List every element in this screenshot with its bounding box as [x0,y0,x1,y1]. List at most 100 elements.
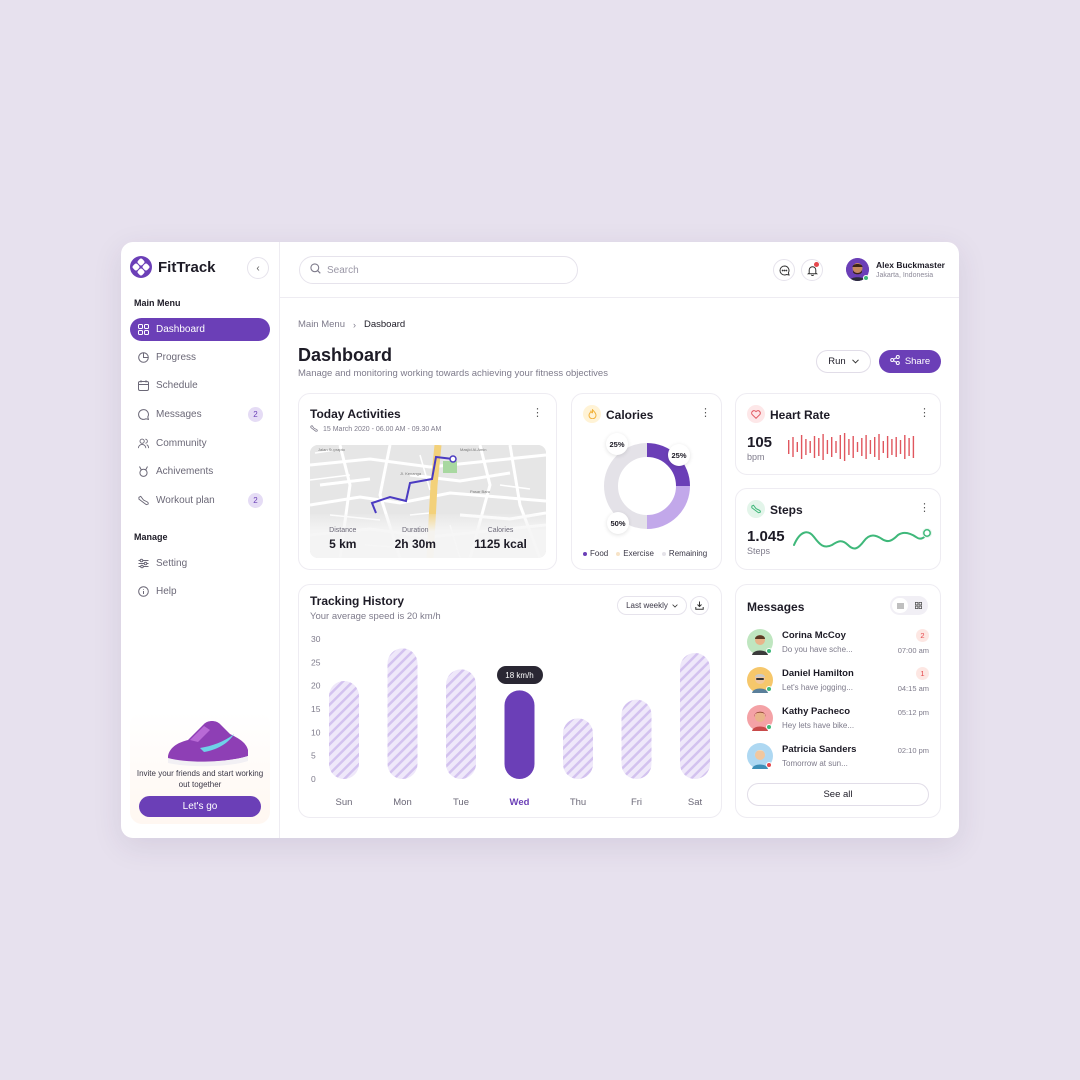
status-dot [766,648,772,654]
heart-wave-bar [912,436,915,458]
breadcrumb-current: Dasboard [364,319,406,330]
heart-icon [747,405,765,423]
y-tick-label: 25 [311,657,321,667]
sidebar-item-setting[interactable]: Setting [130,552,270,575]
message-row-kathy[interactable]: Kathy Pacheco Hey lets have bike... 05:1… [747,705,929,737]
unread-badge: 1 [916,667,929,680]
heart-wave-bar [818,438,820,456]
bar-tue[interactable] [446,669,476,779]
steps-value: 1.045 [747,528,785,545]
sidebar-item-messages[interactable]: Messages 2 [130,403,270,426]
sidebar-item-label: Progress [156,352,197,363]
tracking-history-card: Tracking History Your average speed is 2… [298,584,722,818]
message-row-patricia[interactable]: Patricia Sanders Tomorrow at sun... 02:1… [747,743,929,775]
heart-wave-bar [904,435,906,459]
remaining-percent: 50% [607,512,629,534]
medal-icon [138,466,149,477]
y-tick-label: 20 [311,681,321,691]
heart-wave-bar [869,440,872,454]
calendar-icon [138,380,149,391]
chevron-right-icon: › [353,319,356,330]
sidebar-item-progress[interactable]: Progress [130,346,270,369]
breadcrumb-root[interactable]: Main Menu [298,319,345,330]
view-toggle[interactable] [890,596,928,615]
kebab-menu-icon[interactable]: ⋮ [700,408,711,419]
unread-badge: 2 [916,629,929,642]
message-row-corina[interactable]: Corina McCoy Do you have sche... 2 07:00… [747,629,929,661]
sidebar-item-community[interactable]: Community [130,432,270,455]
sidebar-item-label: Community [156,438,207,449]
route-map[interactable]: Jalan Suprapto Masjid Al-Amin Jl. Kenanga… [310,445,546,558]
bar-thu[interactable] [563,718,593,779]
logo-icon [130,256,152,278]
activity-type-value: Run [828,356,846,367]
sidebar-item-workout-plan[interactable]: Workout plan 2 [130,489,270,512]
sidebar-item-help[interactable]: Help [130,580,270,603]
chat-button[interactable] [773,259,795,281]
heart-rate-value: 105 [747,434,773,451]
status-dot [766,724,772,730]
duration-stat: Duration 2h 30m [394,527,436,551]
notification-dot [814,262,819,267]
share-button[interactable]: Share [879,350,941,373]
collapse-sidebar-button[interactable]: ‹ [247,257,269,279]
sidebar-item-label: Messages [156,409,202,420]
heart-wave-bar [891,439,893,455]
share-icon [890,355,900,368]
activity-datetime: 15 March 2020 - 06.00 AM - 09.30 AM [323,426,442,433]
heart-wave-bar [908,438,910,456]
today-activities-title: Today Activities [310,407,401,421]
bar-sun[interactable] [329,681,359,779]
heart-wave-bar [895,437,897,457]
grid-view-icon[interactable] [910,598,926,613]
bar-wed[interactable] [504,690,535,779]
logo[interactable]: FitTrack [130,256,216,278]
kebab-menu-icon[interactable]: ⋮ [919,503,930,514]
kebab-menu-icon[interactable]: ⋮ [532,408,543,419]
sidebar-item-label: Help [156,586,177,597]
heart-wave-bar [805,439,807,455]
y-tick-label: 5 [311,751,316,761]
heart-wave-bar [856,442,859,452]
heart-wave-bar [809,441,811,453]
calories-card: Calories ⋮ 25% 25% 50% Food Exercise Rem… [571,393,722,570]
chat-icon [779,264,790,276]
activity-type-select[interactable]: Run [816,350,871,373]
notifications-button[interactable] [801,259,823,281]
see-all-button[interactable]: See all [747,783,929,806]
heart-wave-bar [899,440,902,454]
legend-exercise: Exercise [616,549,654,558]
search-input[interactable] [327,264,547,276]
sidebar: FitTrack ‹ Main Menu Dashboard Progress … [121,242,280,838]
list-view-icon[interactable] [892,598,908,613]
heart-wave-bar [831,437,833,457]
heart-rate-title: Heart Rate [770,408,831,422]
bar-sat[interactable] [680,653,710,779]
x-tick-label: Mon [393,797,411,808]
lets-go-button[interactable]: Let's go [139,796,261,817]
bar-mon[interactable] [387,648,418,779]
heart-wave-bar [843,433,846,461]
x-tick-label: Fri [631,797,642,808]
workout-count-badge: 2 [248,493,263,508]
sidebar-item-schedule[interactable]: Schedule [130,374,270,397]
main-menu-heading: Main Menu [134,298,181,308]
status-dot [766,762,772,768]
distance-stat: Distance 5 km [329,527,357,551]
tracking-bar-chart: 30 25 20 15 10 5 0 Sun Mon Tue Wed Thu Fri Sat [311,634,710,808]
kebab-menu-icon[interactable]: ⋮ [919,408,930,419]
sneaker-image [168,721,248,767]
promo-text: Invite your friends and start working ou… [136,769,264,789]
sidebar-item-dashboard[interactable]: Dashboard [130,318,270,341]
search-bar[interactable] [299,256,578,284]
sidebar-item-label: Workout plan [156,495,215,506]
message-row-daniel[interactable]: Daniel Hamilton Let's have jogging... 1 … [747,667,929,699]
bar-fri[interactable] [621,699,652,779]
svg-text:Pasar Baru: Pasar Baru [470,489,490,494]
brand-name: FitTrack [158,258,216,276]
sidebar-item-label: Schedule [156,380,198,391]
x-tick-label: Thu [570,797,586,808]
steps-title: Steps [770,503,803,517]
sidebar-item-achivements[interactable]: Achivements [130,460,270,483]
breadcrumb: Main Menu › Dasboard [298,319,405,330]
